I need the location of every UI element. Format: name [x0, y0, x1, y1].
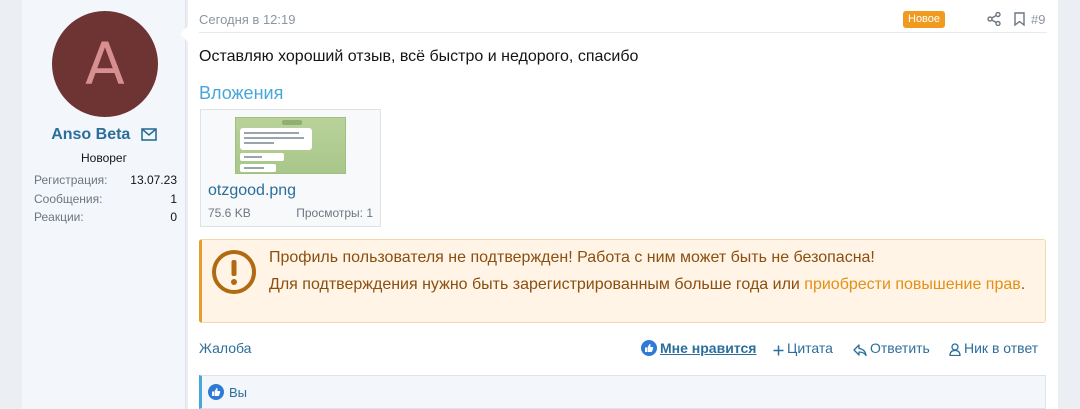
attachment-size: 75.6 KB	[208, 206, 251, 220]
stat-value: 13.07.23	[130, 173, 177, 187]
report-link[interactable]: Жалоба	[199, 340, 251, 356]
post-header: Сегодня в 12:19 Новое #9	[199, 9, 1047, 33]
post-arrow	[180, 26, 188, 42]
stat-messages: Сообщения: 1	[34, 190, 177, 209]
post-body: Оставляю хороший отзыв, всё быстро и нед…	[199, 48, 639, 65]
like-icon	[641, 340, 657, 356]
stat-label: Регистрация:	[34, 173, 108, 187]
exclamation-icon	[211, 249, 257, 300]
username[interactable]: Anso Beta	[51, 126, 130, 143]
nick-label: Ник в ответ	[964, 340, 1039, 356]
quote-label: Цитата	[787, 340, 833, 356]
unverified-warning: Профиль пользователя не подтвержден! Раб…	[199, 239, 1046, 323]
bookmark-icon[interactable]	[1014, 12, 1025, 31]
mail-icon[interactable]	[140, 128, 157, 146]
post-actions: Жалоба Мне нравится Цитата Ответить Ник …	[199, 339, 1047, 359]
attachment-card[interactable]: otzgood.png 75.6 KB Просмотры: 1	[200, 109, 381, 227]
plus-icon	[773, 345, 784, 356]
reactions-text[interactable]: Вы	[229, 385, 247, 400]
attachments-title: Вложения	[199, 83, 284, 103]
post-date[interactable]: Сегодня в 12:19	[199, 12, 295, 27]
warning-text: Для подтверждения нужно быть зарегистрир…	[269, 276, 805, 293]
warning-line-1: Профиль пользователя не подтвержден! Раб…	[269, 249, 875, 266]
avatar[interactable]: A	[52, 11, 158, 117]
like-reaction-icon	[208, 384, 224, 405]
username-row: Anso Beta	[22, 126, 186, 146]
user-stats: Регистрация: 13.07.23 Сообщения: 1 Реакц…	[34, 171, 177, 227]
stat-registration: Регистрация: 13.07.23	[34, 171, 177, 190]
attachment-thumbnail[interactable]	[235, 117, 346, 174]
share-icon[interactable]	[987, 11, 1001, 31]
post: Сегодня в 12:19 Новое #9 Оставляю хороши…	[180, 0, 1058, 409]
new-badge: Новое	[903, 11, 946, 28]
reply-label: Ответить	[870, 340, 930, 356]
post-number[interactable]: #9	[1031, 12, 1045, 27]
stat-value: 1	[170, 191, 177, 206]
attachment-views: Просмотры: 1	[296, 206, 373, 220]
warning-line-2: Для подтверждения нужно быть зарегистрир…	[269, 273, 1039, 297]
stat-label: Сообщения:	[34, 191, 103, 206]
like-button[interactable]: Мне нравится	[641, 340, 756, 356]
upgrade-rights-link[interactable]: приобрести повышение прав	[804, 276, 1020, 293]
user-title: Новорег	[81, 151, 127, 165]
warning-tail: .	[1020, 276, 1026, 293]
reply-button[interactable]: Ответить	[853, 340, 930, 357]
like-label: Мне нравится	[660, 340, 757, 356]
quote-button[interactable]: Цитата	[773, 340, 833, 356]
stat-label: Реакции:	[34, 210, 84, 224]
reply-icon	[853, 344, 867, 357]
attachment-filename[interactable]: otzgood.png	[208, 182, 296, 200]
stat-reactions: Реакции: 0	[34, 208, 177, 227]
user-sidebar: A Anso Beta Новорег Регистрация: 13.07.2…	[22, 0, 186, 409]
user-icon	[949, 343, 961, 357]
stat-value: 0	[170, 210, 177, 224]
reactions-bar[interactable]: Вы	[199, 375, 1046, 409]
nick-reply-button[interactable]: Ник в ответ	[949, 340, 1039, 357]
